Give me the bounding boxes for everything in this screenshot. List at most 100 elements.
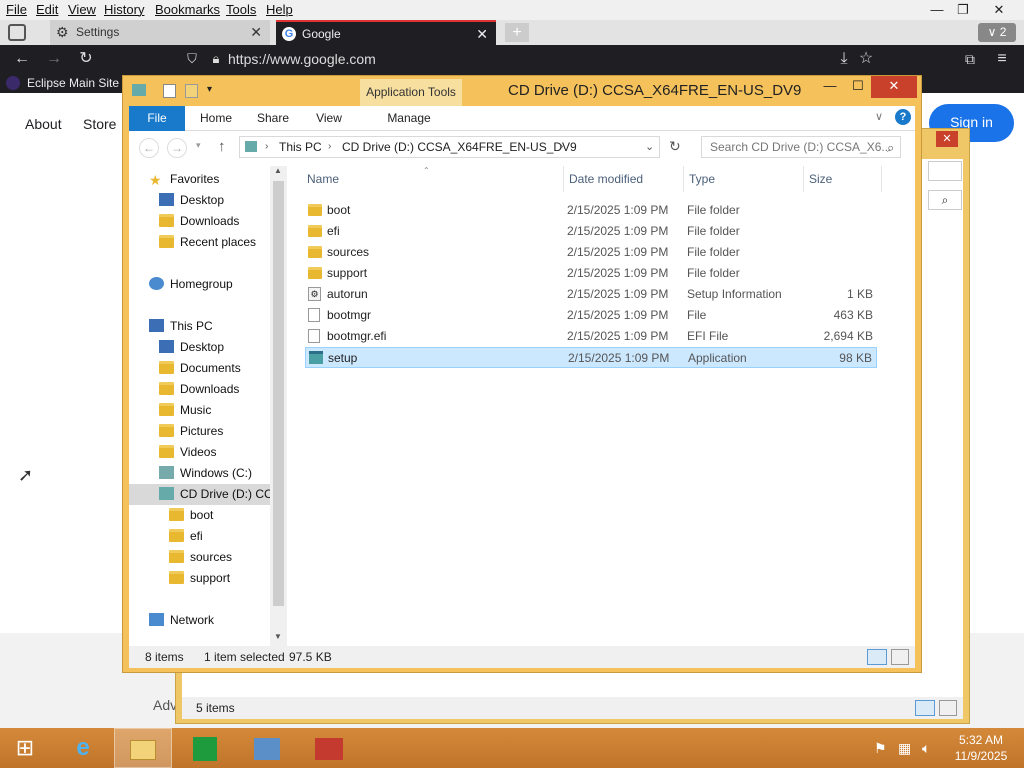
tab-settings[interactable]: ⚙ Settings ✕ [50,20,270,45]
app-red-icon[interactable] [300,728,358,768]
quick-access-dropdown-icon[interactable]: ▾ [207,84,212,95]
close-icon[interactable]: ✕ [936,131,958,147]
column-size-header[interactable]: Size [809,172,832,186]
explorer2-help-icon[interactable] [928,161,962,181]
large-icons-view-icon[interactable] [939,700,957,716]
nav-recent-places[interactable]: Recent places [159,232,256,253]
column-divider[interactable] [563,166,564,192]
ribbon-tab-file[interactable]: File [129,106,185,131]
scroll-up-icon[interactable]: ▲ [274,166,282,175]
explorer-titlebar[interactable]: ▾ Application Tools CD Drive (D:) CCSA_X… [123,76,921,106]
application-tools-tab[interactable]: Application Tools [360,79,462,106]
nav-pc-desktop[interactable]: Desktop [159,337,224,358]
about-link[interactable]: About [25,116,62,132]
column-divider[interactable] [803,166,804,192]
menu-tools[interactable]: Tools [226,2,256,17]
recent-locations-icon[interactable]: ▾ [196,140,201,151]
lock-icon[interactable]: 🔒︎ [204,47,228,71]
column-divider[interactable] [683,166,684,192]
new-tab-button[interactable]: + [505,23,529,42]
nav-videos[interactable]: Videos [159,442,216,463]
nav-sources[interactable]: sources [169,547,232,568]
column-type-header[interactable]: Type [689,172,715,186]
address-bar[interactable]: › This PC › CD Drive (D:) CCSA_X64FRE_EN… [239,136,660,158]
nav-desktop[interactable]: Desktop [159,190,224,211]
nav-scrollbar[interactable]: ▲ ▼ [270,166,287,646]
details-view-icon[interactable] [867,649,887,665]
tab-list-button[interactable]: ∨ 2 [978,23,1016,42]
scroll-down-icon[interactable]: ▼ [274,632,282,641]
nav-support[interactable]: support [169,568,230,589]
file-explorer-taskbar-icon[interactable] [114,728,172,768]
volume-muted-icon[interactable]: 🔈︎ [922,740,930,757]
properties-icon[interactable] [163,84,176,98]
file-row-autorun[interactable]: ⚙ autorun 2/15/2025 1:09 PM Setup Inform… [305,284,877,305]
file-row-setup[interactable]: setup 2/15/2025 1:09 PM Application 98 K… [305,347,877,368]
internet-explorer-icon[interactable]: e [54,728,112,768]
menu-view[interactable]: View [68,2,96,17]
explorer-close-button[interactable]: ✕ [871,76,917,98]
browser-minimize-button[interactable]: — [924,0,950,20]
column-name-header[interactable]: Name [307,172,339,186]
back-arrow-icon[interactable]: ← [139,138,159,158]
large-icons-view-icon[interactable] [891,649,909,665]
file-row-sources[interactable]: sources 2/15/2025 1:09 PM File folder [305,242,877,263]
forward-arrow-icon[interactable]: → [42,47,66,71]
nav-boot[interactable]: boot [169,505,213,526]
footer-advertising-link[interactable]: Adv [153,697,177,713]
explorer-maximize-button[interactable]: ☐ [843,76,873,98]
details-view-icon[interactable] [915,700,935,716]
nav-this-pc[interactable]: This PC [149,316,213,337]
close-icon[interactable]: ✕ [476,22,488,47]
flag-icon[interactable]: ⚑ [874,740,887,757]
search-input[interactable]: Search CD Drive (D:) CCSA_X6... [701,136,901,158]
system-clock[interactable]: 5:32 AM 11/9/2025 [948,732,1014,764]
reload-icon[interactable]: ↻ [74,47,98,71]
breadcrumb-this-pc[interactable]: This PC [279,137,322,157]
up-arrow-icon[interactable]: ↑ [218,138,226,155]
nav-pictures[interactable]: Pictures [159,421,223,442]
tab-overview-icon[interactable] [8,24,26,41]
bookmark-eclipse[interactable]: Eclipse Main Site [27,76,119,90]
ribbon-tab-share[interactable]: Share [249,106,297,131]
menu-help[interactable]: Help [266,2,293,17]
site-info-icon[interactable]: ⛉ [180,47,204,71]
explorer-minimize-button[interactable]: — [815,76,845,98]
control-panel-icon[interactable] [238,728,296,768]
file-row-boot[interactable]: boot 2/15/2025 1:09 PM File folder [305,200,877,221]
back-arrow-icon[interactable]: ← [10,47,34,71]
ribbon-tab-view[interactable]: View [305,106,353,131]
explorer2-search-icon[interactable]: ⌕ [928,190,962,210]
browser-restore-button[interactable]: ❐ [950,0,976,20]
bookmark-star-icon[interactable]: ☆ [854,47,878,71]
nav-pc-downloads[interactable]: Downloads [159,379,239,400]
file-row-bootmgr-efi[interactable]: bootmgr.efi 2/15/2025 1:09 PM EFI File 2… [305,326,877,347]
windows-start-icon[interactable]: ⊞ [0,728,50,768]
file-row-support[interactable]: support 2/15/2025 1:09 PM File folder [305,263,877,284]
nav-windows-c[interactable]: Windows (C:) [159,463,252,484]
help-icon[interactable]: ? [895,109,911,125]
forward-arrow-icon[interactable]: → [167,138,187,158]
store-link[interactable]: Store [83,116,116,132]
hamburger-menu-icon[interactable]: ≡ [990,47,1014,71]
breadcrumb-cd-drive[interactable]: CD Drive (D:) CCSA_X64FRE_EN-US_DV9 [342,137,577,157]
extensions-icon[interactable]: ⧉ [958,47,982,71]
new-folder-icon[interactable] [185,84,198,98]
column-date-header[interactable]: Date modified [569,172,643,186]
close-icon[interactable]: ✕ [250,20,262,45]
refresh-icon[interactable]: ↻ [669,138,681,155]
browser-close-button[interactable]: ✕ [986,0,1012,20]
nav-efi[interactable]: efi [169,526,203,547]
expand-ribbon-icon[interactable]: ∨ [875,110,883,123]
ribbon-tab-manage[interactable]: Manage [379,106,439,131]
download-icon[interactable]: ⤓ [832,47,856,71]
nav-homegroup[interactable]: Homegroup [149,274,233,295]
tab-google[interactable]: G Google ✕ [276,20,496,45]
column-divider[interactable] [881,166,882,192]
menu-file[interactable]: File [6,2,27,17]
nav-documents[interactable]: Documents [159,358,241,379]
menu-bookmarks[interactable]: Bookmarks [155,2,220,17]
menu-history[interactable]: History [104,2,144,17]
nav-favorites[interactable]: ★ Favorites [149,169,219,190]
nav-music[interactable]: Music [159,400,211,421]
